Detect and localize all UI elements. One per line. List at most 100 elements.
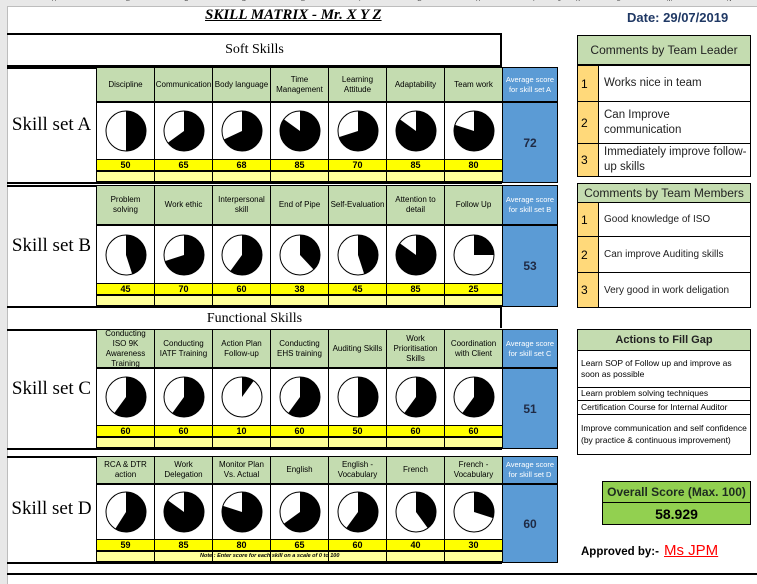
score-cell[interactable]: 85 (270, 159, 329, 171)
score-cell[interactable]: 65 (154, 159, 213, 171)
score-cell[interactable]: 30 (444, 539, 503, 551)
score-cell[interactable]: 40 (386, 539, 445, 551)
column-header[interactable]: K (576, 0, 580, 3)
input-cell[interactable] (270, 295, 329, 306)
comment-number: 2 (577, 236, 599, 273)
input-cell[interactable] (386, 295, 445, 306)
pie-cell (328, 102, 387, 160)
input-cell[interactable] (96, 171, 155, 182)
score-cell[interactable]: 60 (386, 425, 445, 437)
score-cell[interactable]: 85 (154, 539, 213, 551)
input-cell[interactable] (270, 171, 329, 182)
score-pie-chart (453, 491, 494, 533)
score-cell[interactable]: 70 (328, 159, 387, 171)
input-cell[interactable] (328, 437, 387, 448)
score-pie-chart (337, 110, 378, 152)
score-pie-chart (163, 491, 204, 533)
column-header[interactable]: N (727, 0, 731, 3)
column-header[interactable]: C (184, 0, 188, 3)
skill-header: End of Pipe (270, 185, 329, 225)
input-cell[interactable] (444, 551, 503, 562)
score-pie-chart (395, 376, 436, 418)
pie-cell (154, 102, 213, 160)
input-cell[interactable] (328, 295, 387, 306)
comment-text[interactable]: Works nice in team (598, 65, 751, 102)
average-score: 60 (502, 484, 558, 563)
score-cell[interactable]: 10 (212, 425, 271, 437)
comment-text[interactable]: Very good in work deligation (598, 272, 751, 308)
score-cell[interactable]: 45 (96, 283, 155, 295)
input-cell[interactable] (386, 437, 445, 448)
comment-text[interactable]: Can improve Auditing skills (598, 236, 751, 273)
score-cell[interactable]: 50 (96, 159, 155, 171)
input-cell[interactable] (328, 171, 387, 182)
input-cell[interactable] (154, 171, 213, 182)
comment-number: 3 (577, 272, 599, 308)
score-cell[interactable]: 80 (444, 159, 503, 171)
skill-header: Auditing Skills (328, 329, 387, 368)
input-cell[interactable] (444, 295, 503, 306)
column-header[interactable]: G (417, 0, 422, 3)
input-cell[interactable] (212, 295, 271, 306)
action-item[interactable]: Learn SOP of Follow up and improve as so… (577, 350, 751, 388)
action-item[interactable]: Certification Course for Internal Audito… (577, 400, 751, 415)
input-cell[interactable] (386, 171, 445, 182)
column-header[interactable]: J (558, 0, 561, 3)
skill-header: Work Delegation (154, 456, 213, 484)
input-cell[interactable] (212, 171, 271, 182)
score-cell[interactable]: 65 (270, 539, 329, 551)
score-pie-chart (279, 234, 320, 275)
score-cell[interactable]: 60 (212, 283, 271, 295)
column-header[interactable]: D (242, 0, 246, 3)
input-cell[interactable] (444, 171, 503, 182)
comment-text[interactable]: Good knowledge of ISO (598, 202, 751, 237)
input-cell[interactable] (96, 437, 155, 448)
input-cell[interactable] (154, 295, 213, 306)
skill-header: Team work (444, 67, 503, 102)
action-item[interactable]: Learn problem solving techniques (577, 387, 751, 401)
score-pie-chart (337, 491, 378, 533)
comment-text[interactable]: Immediately improve follow-up skills (598, 143, 751, 177)
pie-cell (270, 368, 329, 426)
input-cell[interactable] (96, 551, 155, 562)
column-header[interactable]: I (533, 0, 535, 3)
column-header[interactable]: M (667, 0, 672, 3)
pie-slice (125, 111, 146, 151)
skill-set-label: Skill set B (11, 234, 92, 256)
score-cell[interactable]: 45 (328, 283, 387, 295)
pie-cell (386, 484, 445, 540)
column-header[interactable]: A (52, 0, 56, 3)
score-cell[interactable]: 60 (96, 425, 155, 437)
score-cell[interactable]: 60 (270, 425, 329, 437)
input-cell[interactable] (444, 437, 503, 448)
input-cell[interactable] (270, 437, 329, 448)
score-cell[interactable]: 85 (386, 159, 445, 171)
score-pie-chart (105, 110, 146, 152)
input-cell[interactable] (386, 551, 445, 562)
score-cell[interactable]: 70 (154, 283, 213, 295)
score-cell[interactable]: 68 (212, 159, 271, 171)
score-cell[interactable]: 85 (386, 283, 445, 295)
score-cell[interactable]: 50 (328, 425, 387, 437)
score-cell[interactable]: 60 (154, 425, 213, 437)
pie-cell (212, 102, 271, 160)
score-cell[interactable]: 60 (444, 425, 503, 437)
column-header[interactable]: F (359, 0, 363, 3)
comment-text[interactable]: Can Improve communication (598, 101, 751, 144)
score-cell[interactable]: 25 (444, 283, 503, 295)
column-header[interactable]: E (301, 0, 305, 3)
score-cell[interactable]: 38 (270, 283, 329, 295)
column-header[interactable]: B (126, 0, 130, 3)
input-cell[interactable] (154, 437, 213, 448)
action-item[interactable]: Improve communication and self confidenc… (577, 414, 751, 455)
input-cell[interactable] (96, 295, 155, 306)
column-header[interactable]: H (476, 0, 480, 3)
score-pie-chart (105, 234, 146, 275)
score-cell[interactable]: 59 (96, 539, 155, 551)
column-header[interactable]: L (617, 0, 620, 3)
score-cell[interactable]: 60 (328, 539, 387, 551)
input-cell[interactable] (212, 437, 271, 448)
score-cell[interactable]: 80 (212, 539, 271, 551)
approver-name[interactable]: Ms JPM (664, 542, 718, 559)
pie-cell (328, 225, 387, 284)
